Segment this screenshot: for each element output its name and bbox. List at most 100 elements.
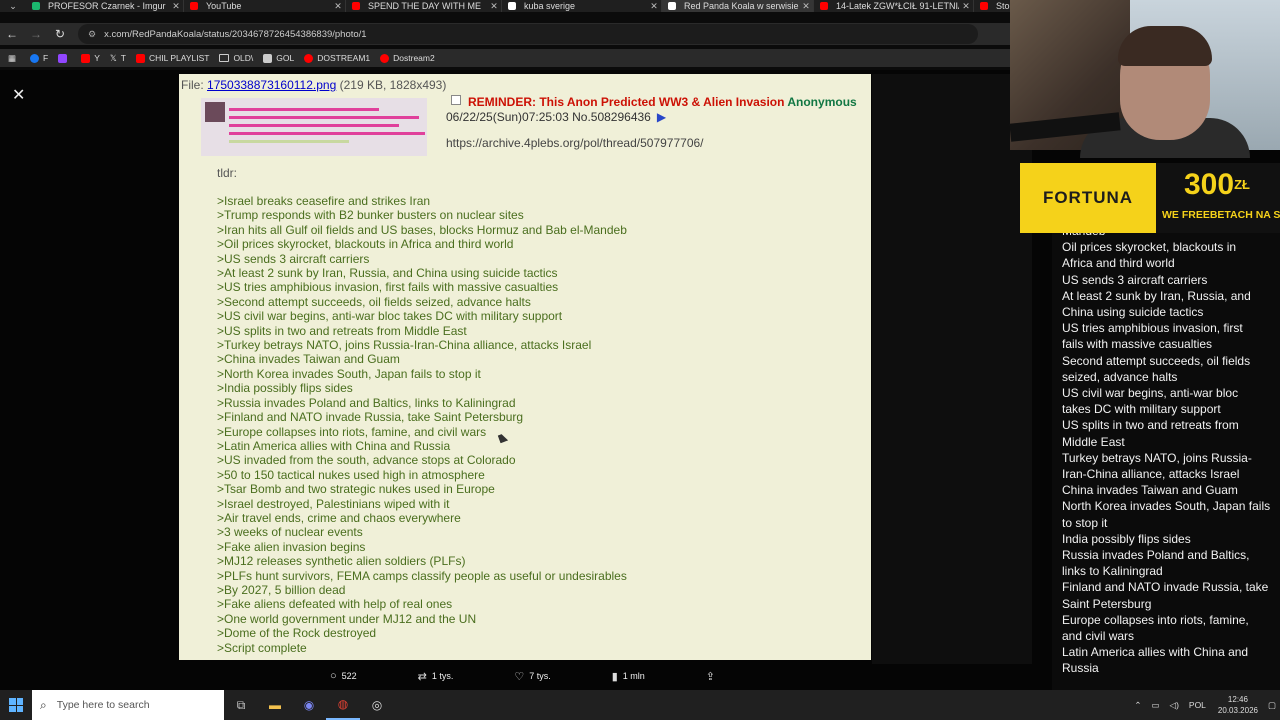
chrome-icon[interactable]: ◍: [326, 690, 360, 720]
reply-button[interactable]: ○ 522: [330, 670, 357, 682]
tab-search-icon[interactable]: ⌄: [0, 0, 26, 12]
reading-line: Latin America allies with China and: [1062, 645, 1249, 660]
post-image[interactable]: File: 1750338873160112.png (219 KB, 1828…: [179, 74, 871, 660]
promo-currency: ZŁ: [1234, 177, 1250, 192]
repost-button[interactable]: ⇄ 1 tys.: [418, 670, 454, 683]
forward-arrow-icon[interactable]: →: [24, 23, 48, 45]
tab-14-latek[interactable]: 14-Latek ZGW*ŁCIŁ 91-LETNIĄ ✕: [814, 0, 974, 12]
reading-line: US splits in two and retreats from: [1062, 418, 1239, 433]
bookmark-gol[interactable]: GOL: [263, 53, 294, 63]
search-placeholder: Type here to search: [56, 699, 150, 711]
views-button[interactable]: ▮ 1 mln: [612, 670, 645, 683]
thumbnail-line: [229, 108, 379, 111]
thumbnail-line: [229, 116, 419, 119]
reading-line: Africa and third world: [1062, 256, 1175, 271]
taskbar-search[interactable]: ⌕ Type here to search: [32, 690, 224, 720]
reading-line: China invades Taiwan and Guam: [1062, 483, 1238, 498]
play-arrow-icon: ▶: [656, 110, 667, 124]
close-tab-icon[interactable]: ✕: [169, 1, 183, 12]
greentext-line: >3 weeks of nuclear events: [217, 525, 363, 540]
greentext-line: >Turkey betrays NATO, joins Russia-Iran-…: [217, 338, 592, 353]
reading-line: North Korea invades South, Japan fails: [1062, 499, 1271, 514]
greentext-line: >North Korea invades South, Japan fails …: [217, 366, 481, 381]
bookmark-old-folder[interactable]: OLD\: [219, 53, 253, 63]
close-tab-icon[interactable]: ✕: [959, 1, 973, 12]
close-viewer-icon[interactable]: ✕: [12, 85, 25, 105]
thumbnail-line: [229, 140, 349, 143]
fortuna-logo: FORTUNA: [1020, 163, 1156, 233]
fortuna-ad-banner: FORTUNA 300ZŁ WE FREEBETACH NA STAR: [1020, 163, 1280, 233]
reading-line: At least 2 sunk by Iran, Russia, and: [1062, 288, 1251, 303]
bookmark-twitch[interactable]: [58, 53, 71, 63]
reading-line: US sends 3 aircraft carriers: [1062, 272, 1208, 287]
greentext-line: >China invades Taiwan and Guam: [217, 352, 400, 367]
tab-red-panda-koala[interactable]: Red Panda Koala w serwisie X: ✕: [662, 0, 814, 12]
greentext-line: >Second attempt succeeds, oil fields sei…: [217, 294, 531, 309]
reading-line: Iran-China alliance, attacks Israel: [1062, 467, 1240, 482]
greentext-line: >Iran hits all Gulf oil fields and US ba…: [217, 222, 627, 237]
greentext-line: >Russia invades Poland and Baltics, link…: [217, 395, 516, 410]
apps-grid-icon[interactable]: ▦: [8, 53, 16, 64]
volume-icon[interactable]: ◁): [1170, 700, 1179, 711]
tab-kuba-sverige[interactable]: kuba sverige ✕: [502, 0, 662, 12]
site-info-icon[interactable]: ⚙: [88, 29, 96, 40]
reading-line: Oil prices skyrocket, blackouts in: [1062, 240, 1237, 255]
task-view-icon[interactable]: ⧉: [224, 690, 258, 720]
close-tab-icon[interactable]: ✕: [487, 1, 501, 12]
x-favicon-icon: [508, 2, 516, 10]
bookmark-dostream2[interactable]: Dostream2: [380, 53, 435, 63]
start-button[interactable]: [0, 690, 32, 720]
clock[interactable]: 12:46 20.03.2026: [1218, 694, 1258, 716]
search-icon: ⌕: [40, 697, 47, 712]
bookmark-facebook[interactable]: F: [30, 53, 48, 63]
windows-logo-icon: [9, 698, 23, 712]
facebook-icon: [30, 53, 40, 63]
greentext-line: >US civil war begins, anti-war bloc take…: [217, 309, 563, 324]
file-link[interactable]: 1750338873160112.png: [207, 78, 336, 92]
language-indicator[interactable]: POL: [1189, 700, 1206, 710]
greentext-line: >MJ12 releases synthetic alien soldiers …: [217, 554, 466, 569]
greentext-line: >US invaded from the south, advance stop…: [217, 453, 516, 468]
tray-chevron-icon[interactable]: ⌃: [1134, 700, 1141, 711]
share-button[interactable]: ⇪: [706, 670, 720, 683]
greentext-line: >Europe collapses into riots, famine, an…: [217, 424, 487, 439]
background-sidebar: [872, 74, 1032, 664]
thumbnail-line: [229, 132, 425, 135]
discord-icon[interactable]: ◉: [292, 690, 326, 720]
post-date: 06/22/25(Sun)07:25:03 No.508296436 ▶: [446, 110, 667, 124]
x-favicon-icon: [668, 2, 676, 10]
bookmark-dostream1[interactable]: DOSTREAM1: [304, 53, 370, 63]
folder-icon: [219, 54, 230, 62]
bookmark-x[interactable]: 𝕏T: [110, 53, 126, 64]
obs-icon[interactable]: ◎: [360, 690, 394, 720]
address-toolbar: ← → ↻ ⚙ x.com/RedPandaKoala/status/20346…: [0, 23, 1010, 45]
network-icon[interactable]: ▭: [1152, 700, 1160, 711]
thumbnail-image: [201, 98, 427, 156]
url-text: x.com/RedPandaKoala/status/2034678726454…: [104, 28, 367, 40]
youtube-favicon-icon: [352, 2, 360, 10]
youtube-icon: [81, 53, 91, 63]
reading-line: Russia: [1062, 661, 1099, 676]
reading-line: seized, advance halts: [1062, 369, 1178, 384]
reading-overlay: MandebOil prices skyrocket, blackouts in…: [1052, 233, 1280, 691]
close-tab-icon[interactable]: ✕: [331, 1, 345, 12]
bookmark-chil-playlist[interactable]: CHIL PLAYLIST: [135, 53, 209, 63]
address-bar[interactable]: ⚙ x.com/RedPandaKoala/status/20346787264…: [78, 24, 978, 44]
close-tab-icon[interactable]: ✕: [647, 1, 661, 12]
reading-line: China using suicide tactics: [1062, 305, 1204, 320]
back-arrow-icon[interactable]: ←: [0, 23, 24, 45]
like-button[interactable]: ♡ 7 tys.: [514, 670, 550, 683]
tab-imgur[interactable]: PROFESOR Czarnek - Imgur ✕: [26, 0, 184, 12]
imgur-favicon-icon: [32, 2, 40, 10]
tab-spend-the-day[interactable]: SPEND THE DAY WITH ME ✕: [346, 0, 502, 12]
tab-sto[interactable]: Sto: [974, 0, 1014, 12]
reading-line: Finland and NATO invade Russia, take: [1062, 580, 1269, 595]
file-explorer-icon[interactable]: ▬: [258, 690, 292, 720]
reading-line: fails with massive casualties: [1062, 337, 1213, 352]
reload-icon[interactable]: ↻: [48, 23, 72, 45]
bookmark-youtube[interactable]: Y: [81, 53, 100, 63]
tab-youtube[interactable]: YouTube ✕: [184, 0, 346, 12]
youtube-icon: [135, 53, 145, 63]
close-tab-icon[interactable]: ✕: [799, 1, 813, 12]
notification-icon[interactable]: ▢: [1268, 700, 1276, 711]
